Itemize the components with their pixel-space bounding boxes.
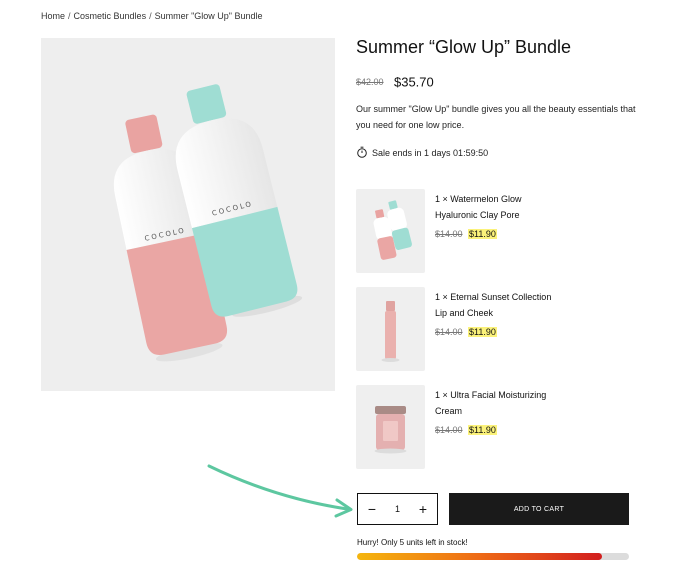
breadcrumb-category[interactable]: Cosmetic Bundles: [74, 11, 147, 21]
bundle-item: 1 × Ultra Facial Moisturizing Cream $14.…: [356, 385, 656, 469]
bundle-item-new-price: $11.90: [468, 425, 497, 435]
bundle-item: 1 × Eternal Sunset Collection Lip and Ch…: [356, 287, 656, 371]
sale-countdown-text: Sale ends in 1 days 01:59:50: [372, 148, 489, 158]
quantity-value[interactable]: 1: [395, 504, 400, 514]
pink-jar-thumb-icon[interactable]: [356, 385, 425, 469]
bottles-thumb-icon[interactable]: [356, 189, 425, 273]
current-price: $35.70: [393, 74, 434, 90]
breadcrumb-separator: /: [68, 11, 71, 21]
bundle-item-new-price: $11.90: [468, 327, 497, 337]
product-title: Summer “Glow Up” Bundle: [356, 37, 572, 57]
bundle-item-old-price: $14.00: [435, 229, 463, 239]
breadcrumb-home[interactable]: Home: [41, 11, 65, 21]
bottles-image: COCOLO COCOLO: [113, 84, 303, 362]
bundle-item-name[interactable]: 1 × Watermelon Glow Hyaluronic Clay Pore: [435, 191, 565, 223]
stock-progress-fill: [357, 553, 602, 560]
product-description: Our summer "Glow Up" bundle gives you al…: [356, 104, 636, 130]
quantity-stepper: − 1 +: [357, 493, 438, 525]
bundle-item-new-price: $11.90: [468, 229, 497, 239]
bundle-item-old-price: $14.00: [435, 327, 463, 337]
price-row: $42.00 $35.70: [356, 73, 434, 91]
increase-quantity-button[interactable]: +: [417, 502, 429, 516]
bundle-item: 1 × Watermelon Glow Hyaluronic Clay Pore…: [356, 189, 656, 273]
bundle-item-price: $14.00 $11.90: [435, 425, 497, 435]
stock-warning: Hurry! Only 5 units left in stock!: [357, 538, 468, 547]
breadcrumb: Home / Cosmetic Bundles / Summer "Glow Up" B…: [41, 11, 263, 21]
old-price: $42.00: [356, 76, 384, 87]
bundle-item-name[interactable]: 1 × Eternal Sunset Collection Lip and Ch…: [435, 289, 565, 321]
product-image[interactable]: COCOLO COCOLO: [41, 38, 335, 391]
add-to-cart-button[interactable]: ADD TO CART: [449, 493, 629, 525]
annotation-arrow-icon: [207, 464, 353, 518]
stopwatch-icon: [356, 146, 368, 160]
bundle-item-price: $14.00 $11.90: [435, 327, 497, 337]
decrease-quantity-button[interactable]: −: [366, 502, 378, 516]
breadcrumb-separator: /: [149, 11, 152, 21]
pink-tube-thumb-icon[interactable]: [356, 287, 425, 371]
sale-countdown: Sale ends in 1 days 01:59:50: [356, 146, 488, 160]
bundle-item-name[interactable]: 1 × Ultra Facial Moisturizing Cream: [435, 387, 565, 419]
bundle-item-old-price: $14.00: [435, 425, 463, 435]
bundle-item-price: $14.00 $11.90: [435, 229, 497, 239]
stock-progress-bar: [357, 553, 629, 560]
breadcrumb-current: Summer "Glow Up" Bundle: [154, 11, 263, 21]
